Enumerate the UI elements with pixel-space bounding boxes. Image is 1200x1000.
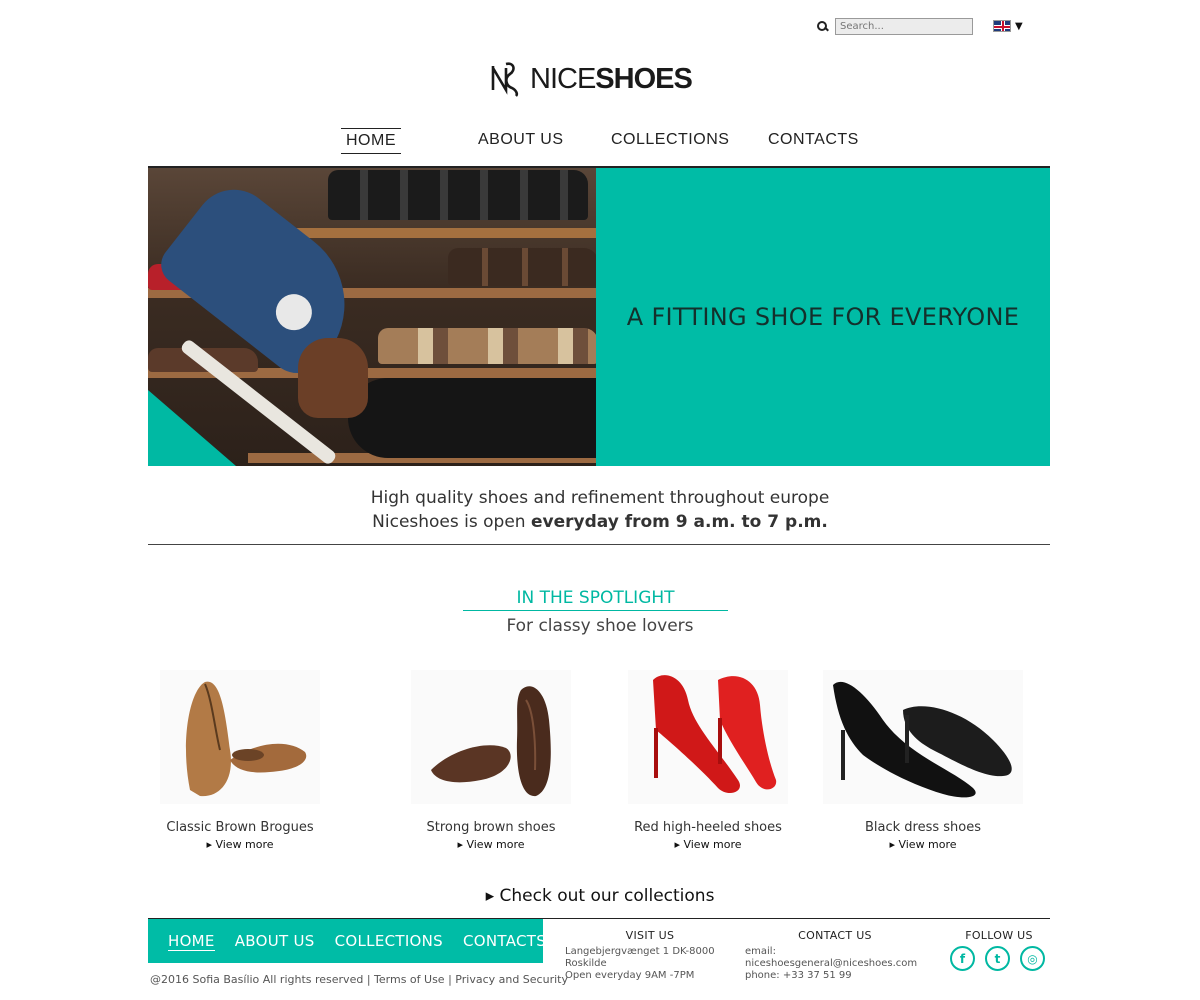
address: Langebjergvænget 1 DK-8000 Roskilde — [565, 946, 715, 969]
nav-collections[interactable]: COLLECTIONS — [606, 128, 734, 152]
footer-nav-contacts[interactable]: CONTACTS — [463, 932, 546, 950]
search-icon[interactable] — [815, 19, 829, 33]
hero-accent-triangle — [148, 390, 236, 466]
intro-line-1: High quality shoes and refinement throug… — [370, 488, 830, 508]
product-name: Classic Brown Brogues — [166, 820, 314, 835]
nav-about-us[interactable]: ABOUT US — [473, 128, 569, 152]
search-input[interactable] — [835, 17, 973, 35]
footer-nav-collections[interactable]: COLLECTIONS — [335, 932, 443, 950]
spotlight-title: IN THE SPOTLIGHT — [463, 588, 728, 611]
follow-us: FOLLOW US f t ◎ — [950, 930, 1048, 971]
product-name: Strong brown shoes — [426, 820, 556, 835]
follow-us-heading: FOLLOW US — [965, 929, 1033, 942]
product-card[interactable]: Black dress shoes ▸ View more — [813, 670, 1033, 851]
hero-panel: A FITTING SHOE FOR EVERYONE — [596, 168, 1050, 466]
product-image-black-shoes[interactable] — [823, 670, 1023, 804]
nav-home[interactable]: HOME — [341, 128, 401, 154]
nav-contacts[interactable]: CONTACTS — [763, 128, 864, 152]
view-more-link[interactable]: ▸ View more — [598, 838, 818, 851]
hero-title: A FITTING SHOE FOR EVERYONE — [626, 303, 1020, 331]
logo-text: NICESHOES — [530, 62, 693, 95]
footer-nav: HOME ABOUT US COLLECTIONS CONTACTS — [148, 919, 546, 963]
spotlight-subtitle: For classy shoe lovers — [506, 616, 694, 636]
contact-us-heading: CONTACT US — [798, 929, 872, 942]
view-more-link[interactable]: ▸ View more — [130, 838, 350, 851]
footer-nav-about-us[interactable]: ABOUT US — [235, 932, 315, 950]
logo-mark-icon — [491, 62, 519, 97]
product-image-brown-shoes[interactable] — [411, 670, 571, 804]
product-card[interactable]: Classic Brown Brogues ▸ View more — [130, 670, 350, 851]
footer-nav-home[interactable]: HOME — [168, 932, 215, 951]
uk-flag-icon — [993, 20, 1011, 32]
top-bar: ▼ — [815, 16, 1023, 36]
product-card[interactable]: Red high-heeled shoes ▸ View more — [598, 670, 818, 851]
intro-text: High quality shoes and refinement throug… — [0, 486, 1200, 534]
intro-divider — [148, 544, 1050, 545]
visit-us-heading: VISIT US — [625, 929, 675, 942]
hero-image — [148, 168, 596, 466]
view-more-link[interactable]: ▸ View more — [381, 838, 601, 851]
product-name: Black dress shoes — [864, 820, 982, 835]
caret-down-icon: ▼ — [1015, 20, 1023, 32]
intro-line-2: Niceshoes is open everyday from 9 a.m. t… — [372, 512, 828, 532]
view-more-link[interactable]: ▸ View more — [813, 838, 1033, 851]
facebook-icon[interactable]: f — [950, 946, 975, 971]
check-collections-link[interactable]: ▸ Check out our collections — [0, 886, 1200, 906]
logo[interactable]: NICESHOES — [490, 60, 693, 98]
twitter-icon[interactable]: t — [985, 946, 1010, 971]
terms-link[interactable]: Terms of Use — [374, 973, 445, 986]
opening-hours: Open everyday 9AM -7PM — [565, 970, 695, 981]
product-image-red-heels[interactable] — [628, 670, 788, 804]
privacy-link[interactable]: Privacy and Security — [455, 973, 568, 986]
copyright: @2016 Sofia Basílio All rights reserved … — [150, 973, 568, 986]
language-selector[interactable]: ▼ — [993, 20, 1023, 32]
contact-us: CONTACT US email: niceshoesgeneral@nices… — [745, 930, 925, 982]
product-image-brogues[interactable] — [160, 670, 320, 804]
contact-email[interactable]: email: niceshoesgeneral@niceshoes.com — [745, 946, 925, 970]
social-icons: f t ◎ — [950, 946, 1048, 971]
hero-banner: A FITTING SHOE FOR EVERYONE — [148, 168, 1050, 466]
visit-us: VISIT US Langebjergvænget 1 DK-8000 Rosk… — [565, 930, 735, 982]
product-name: Red high-heeled shoes — [634, 820, 782, 835]
contact-phone: phone: +33 37 51 99 — [745, 970, 852, 981]
product-card[interactable]: Strong brown shoes ▸ View more — [381, 670, 601, 851]
instagram-icon[interactable]: ◎ — [1020, 946, 1045, 971]
